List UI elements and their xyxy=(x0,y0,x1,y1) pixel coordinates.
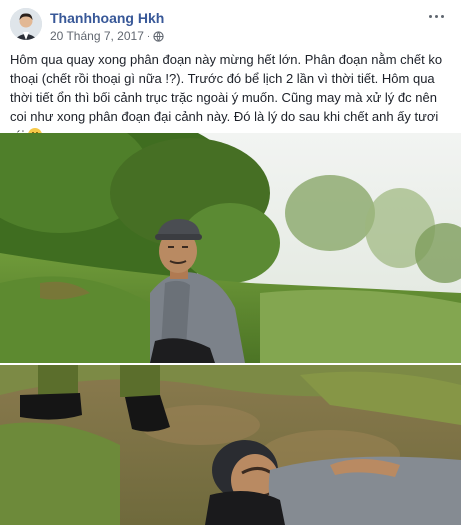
post-date[interactable]: 20 Tháng 7, 2017 xyxy=(50,29,144,43)
meta-separator: · xyxy=(146,30,151,42)
post-photo-1[interactable] xyxy=(0,133,461,363)
photo-man-in-cap xyxy=(0,133,461,363)
avatar[interactable] xyxy=(10,8,42,40)
avatar-image xyxy=(10,8,42,40)
post-header: Thanhhoang Hkh 20 Tháng 7, 2017 · xyxy=(0,0,461,46)
photo-man-lying-on-ground xyxy=(0,365,461,525)
globe-icon[interactable] xyxy=(153,30,164,42)
facebook-post: Thanhhoang Hkh 20 Tháng 7, 2017 · Hôm qu… xyxy=(0,0,461,525)
post-body: Hôm qua quay xong phân đoạn này mừng hết… xyxy=(10,52,443,143)
post-text: Hôm qua quay xong phân đoạn này mừng hết… xyxy=(10,50,454,145)
more-dots-icon xyxy=(428,14,432,18)
author-name[interactable]: Thanhhoang Hkh xyxy=(50,10,164,26)
post-meta: 20 Tháng 7, 2017 · xyxy=(50,29,164,43)
more-options-button[interactable] xyxy=(425,8,447,24)
post-photo-2[interactable] xyxy=(0,365,461,525)
